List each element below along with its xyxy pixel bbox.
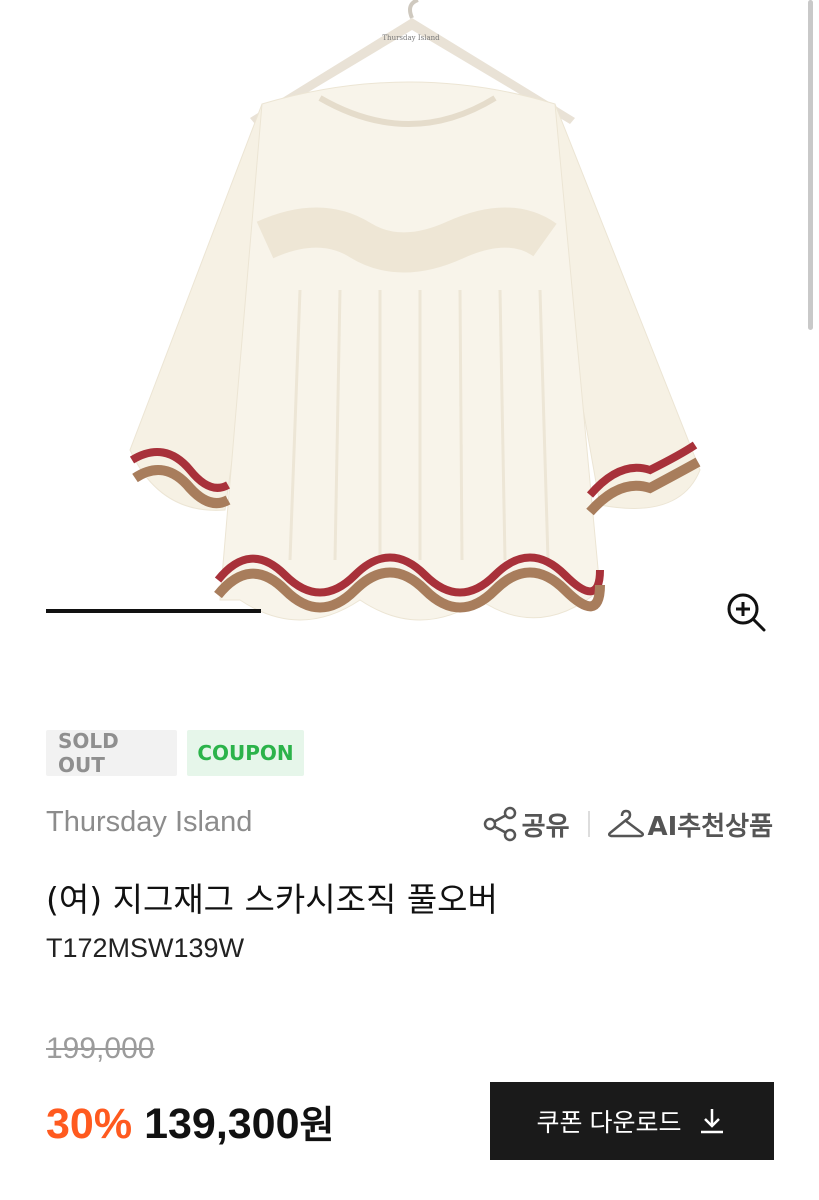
- share-label: 공유: [521, 811, 570, 842]
- badge-row: SOLD OUT COUPON: [46, 729, 304, 777]
- download-icon: [701, 1109, 724, 1134]
- brand-name[interactable]: Thursday Island: [46, 806, 252, 839]
- scrollbar[interactable]: [808, 0, 813, 330]
- product-image-gallery[interactable]: Thursday Island: [0, 0, 819, 695]
- product-image: Thursday Island: [129, 0, 701, 621]
- ai-recommend-button[interactable]: AI추천상품: [607, 806, 773, 843]
- hanger-icon: [607, 809, 644, 838]
- original-price: 199,000: [46, 1032, 155, 1065]
- discount-rate: 30%: [46, 1100, 133, 1148]
- hanger-brand: Thursday Island: [382, 34, 440, 42]
- sold-out-badge: SOLD OUT: [46, 729, 177, 777]
- coupon-badge: COUPON: [187, 730, 304, 776]
- coupon-download-button[interactable]: 쿠폰 다운로드: [490, 1082, 774, 1160]
- share-button[interactable]: 공유: [482, 806, 570, 843]
- currency: 원: [299, 1103, 335, 1147]
- gallery-progress-bar: [46, 609, 261, 613]
- sale-price-value: 139,300: [144, 1100, 300, 1148]
- zoom-button[interactable]: [724, 590, 768, 634]
- divider: [587, 811, 590, 837]
- sale-price: 139,300원: [144, 1094, 334, 1149]
- zoom-in-icon: [727, 593, 766, 632]
- share-icon: [483, 806, 516, 842]
- sale-price-row: 30% 139,300원: [46, 1094, 334, 1149]
- product-code: T172MSW139W: [46, 933, 245, 963]
- product-actions: 공유 AI추천상품: [482, 806, 773, 842]
- ai-recommend-label: AI추천상품: [647, 811, 773, 842]
- product-title: (여) 지그재그 스카시조직 풀오버: [46, 880, 498, 919]
- coupon-download-label: 쿠폰 다운로드: [536, 1109, 682, 1137]
